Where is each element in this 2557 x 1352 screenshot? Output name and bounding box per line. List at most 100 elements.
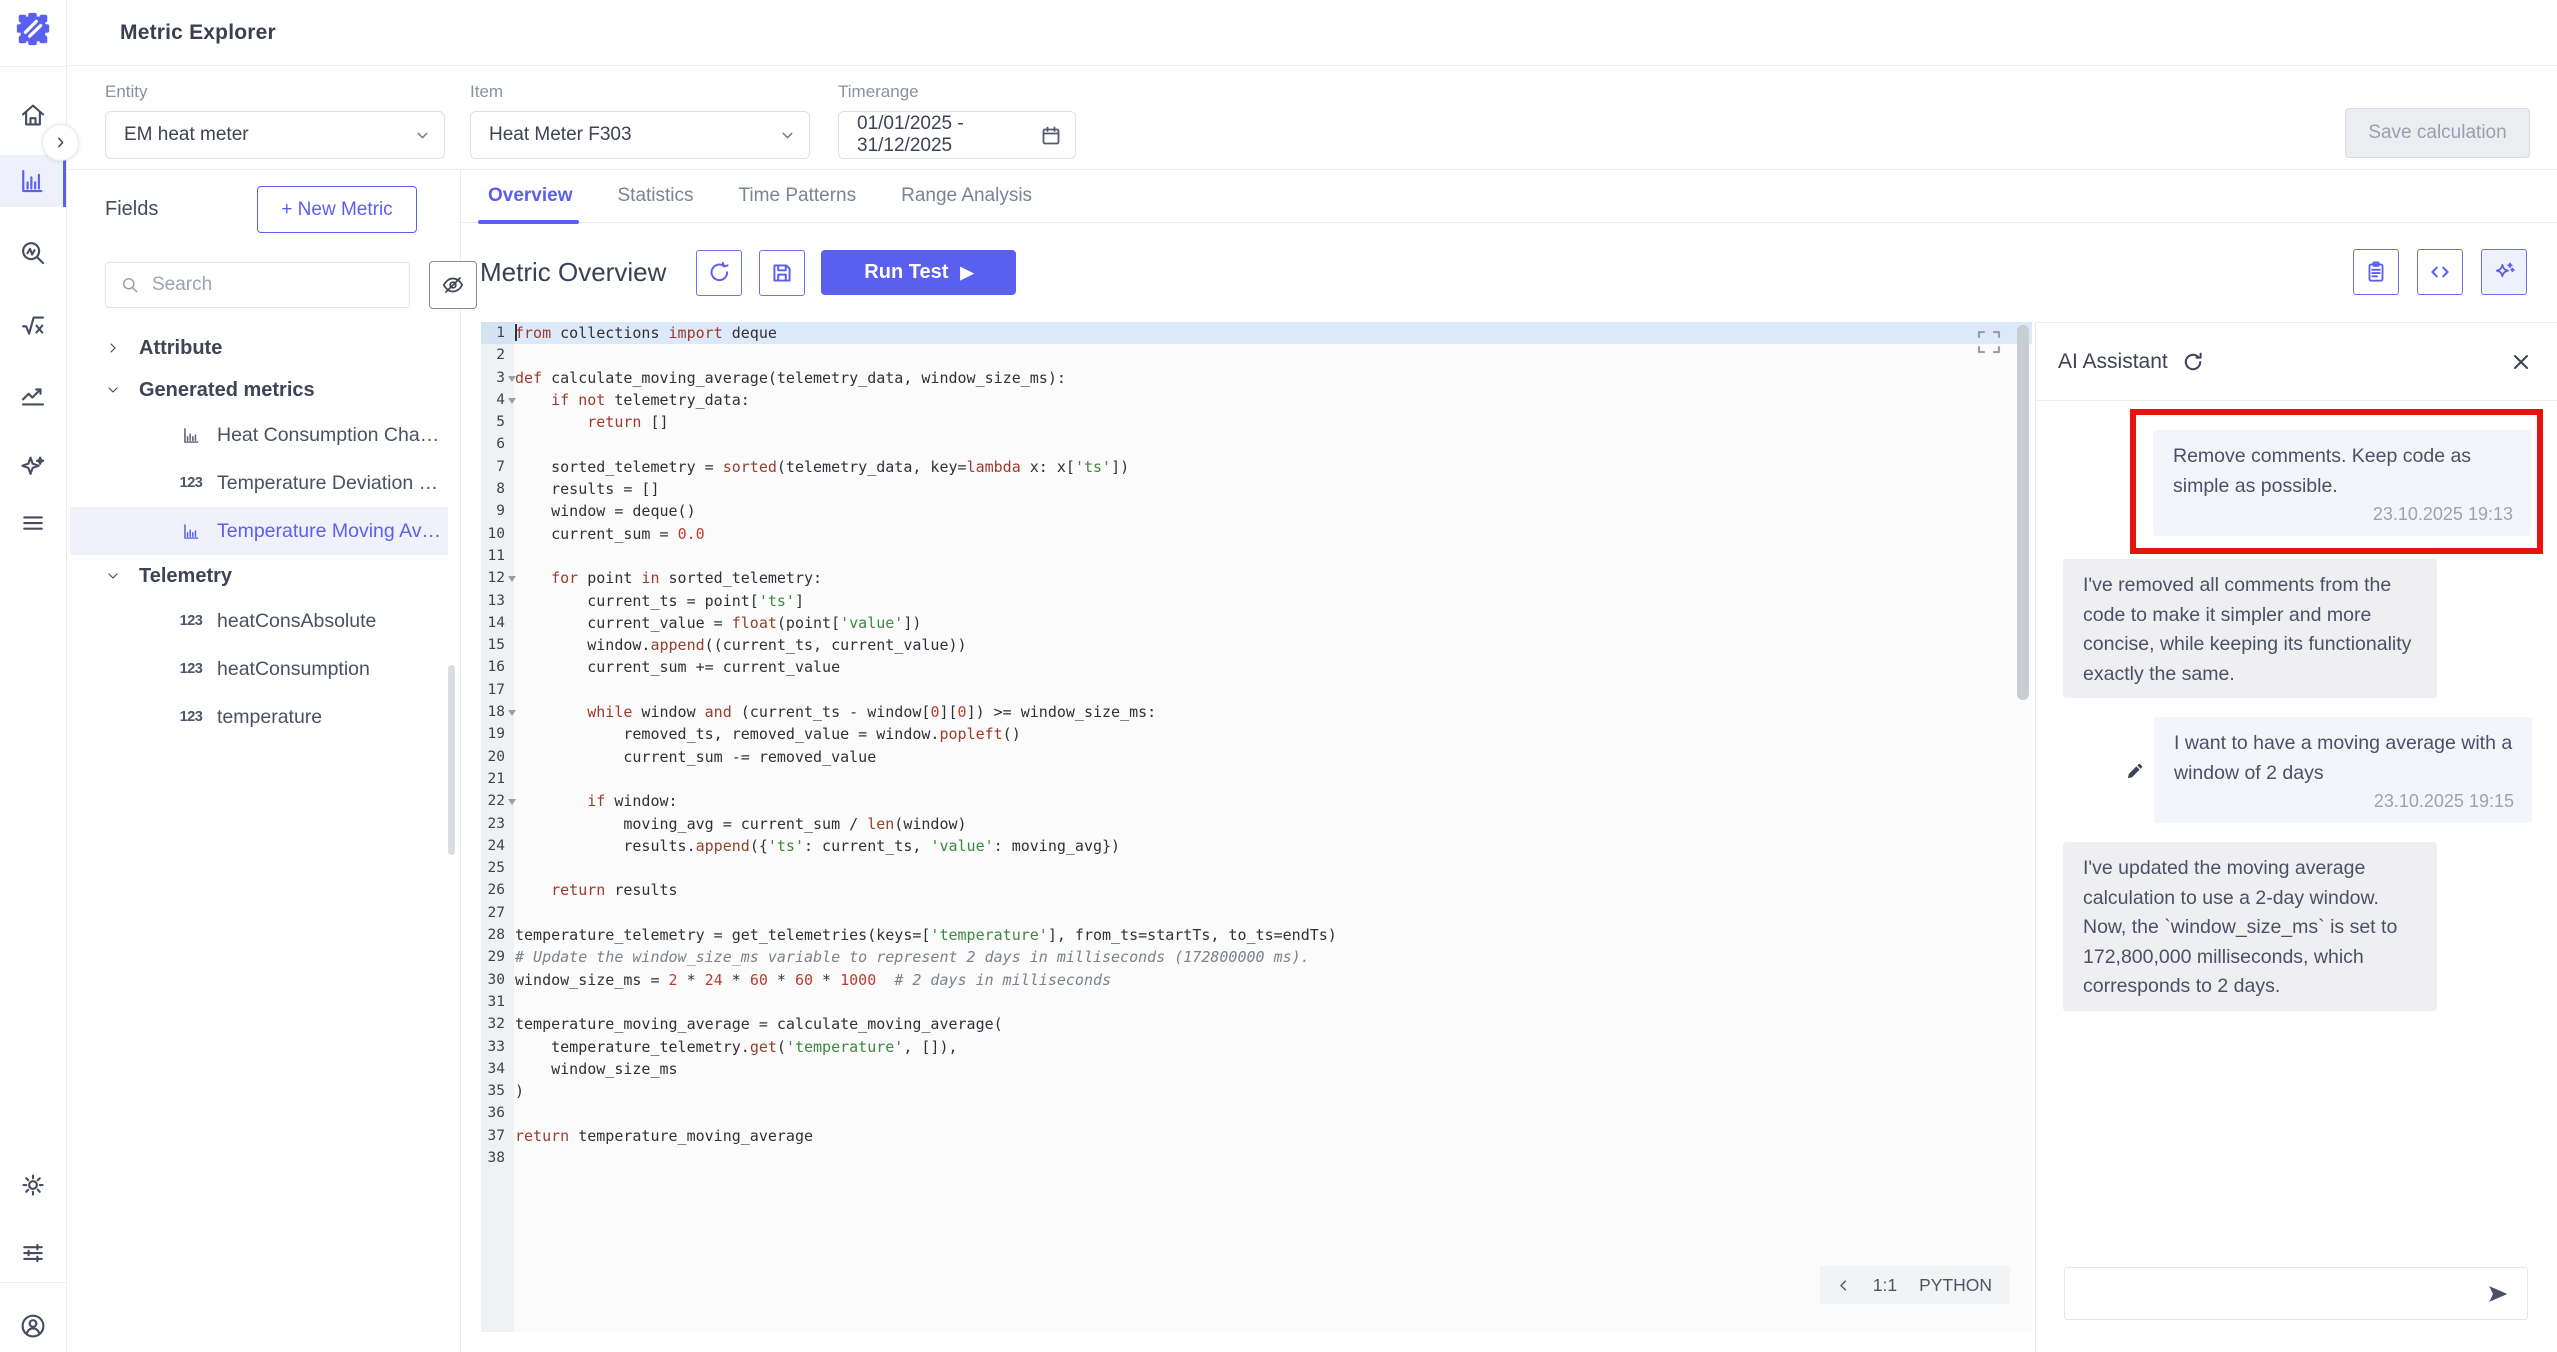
line-number: 24	[481, 835, 514, 857]
tab-statistics[interactable]: Statistics	[618, 170, 694, 223]
entity-label: Entity	[105, 82, 445, 102]
line-number: 10	[481, 523, 514, 545]
tree-item-heat-consumption-change-[interactable]: Heat Consumption Change...	[70, 411, 448, 459]
tree-item-heatconsabsolute[interactable]: 123heatConsAbsolute	[70, 597, 448, 645]
code-line[interactable]: 16 current_sum += current_value	[481, 656, 2032, 678]
code-line[interactable]: 30window_size_ms = 2 * 24 * 60 * 60 * 10…	[481, 969, 2032, 991]
chat-message-assistant: I've updated the moving average calculat…	[2036, 842, 2557, 1011]
code-line[interactable]: 24 results.append({'ts': current_ts, 'va…	[481, 835, 2032, 857]
sidebar-item-menu[interactable]	[0, 497, 66, 549]
timerange-input[interactable]: 01/01/2025 - 31/12/2025	[838, 111, 1076, 159]
ai-assistant-panel: AI Assistant Remove comments. Keep code …	[2035, 322, 2557, 1352]
chat-refresh-icon[interactable]	[2181, 350, 2205, 374]
code-line[interactable]: 1from collections import deque	[481, 322, 2032, 344]
code-line[interactable]: 4 if not telemetry_data:	[481, 389, 2032, 411]
item-select[interactable]: Heat Meter F303	[470, 111, 810, 159]
code-line[interactable]: 6	[481, 433, 2032, 455]
code-line[interactable]: 13 current_ts = point['ts']	[481, 590, 2032, 612]
fold-toggle-icon[interactable]	[508, 398, 516, 404]
code-line[interactable]: 12 for point in sorted_telemetry:	[481, 567, 2032, 589]
tree-item-temperature-deviation-fr-[interactable]: 123Temperature Deviation Fr...	[70, 459, 448, 507]
message-bubble: I've updated the moving average calculat…	[2063, 842, 2437, 1011]
fold-toggle-icon[interactable]	[508, 799, 516, 805]
tab-range-analysis[interactable]: Range Analysis	[901, 170, 1032, 223]
code-line[interactable]: 27	[481, 902, 2032, 924]
ai-assistant-toggle-button[interactable]	[2481, 249, 2527, 295]
new-metric-button[interactable]: + New Metric	[257, 186, 417, 233]
fold-toggle-icon[interactable]	[508, 576, 516, 582]
entity-select[interactable]: EM heat meter	[105, 111, 445, 159]
code-line[interactable]: 35)	[481, 1080, 2032, 1102]
line-number: 17	[481, 679, 514, 701]
copy-clipboard-button[interactable]	[2353, 249, 2399, 295]
tree-section-telemetry[interactable]: Telemetry	[67, 555, 460, 597]
code-line[interactable]: 15 window.append((current_ts, current_va…	[481, 634, 2032, 656]
code-line[interactable]: 31	[481, 991, 2032, 1013]
code-line[interactable]: 25	[481, 857, 2032, 879]
sidebar-item-sparkles[interactable]	[0, 441, 66, 493]
sidebar-item-bar-chart[interactable]	[0, 155, 66, 207]
sidebar-item-sqrt[interactable]	[0, 299, 66, 351]
code-line[interactable]: 11	[481, 545, 2032, 567]
code-editor[interactable]: 1from collections import deque23def calc…	[481, 322, 2032, 1332]
code-line[interactable]: 19 removed_ts, removed_value = window.po…	[481, 723, 2032, 745]
code-line[interactable]: 14 current_value = float(point['value'])	[481, 612, 2032, 634]
sidebar-item-search-explore[interactable]	[0, 227, 66, 279]
overview-header: Metric Overview R	[461, 223, 2557, 322]
fold-toggle-icon[interactable]	[508, 710, 516, 716]
code-line[interactable]: 9 window = deque()	[481, 500, 2032, 522]
editor-scrollbar[interactable]	[2017, 325, 2029, 700]
close-icon[interactable]	[2509, 350, 2533, 374]
tab-time-patterns[interactable]: Time Patterns	[739, 170, 857, 223]
fields-scrollbar[interactable]	[448, 665, 455, 855]
code-line[interactable]: 33 temperature_telemetry.get('temperatur…	[481, 1036, 2032, 1058]
sidebar-item-gear[interactable]	[0, 1159, 66, 1211]
sidebar-expand-button[interactable]	[42, 124, 79, 161]
collapse-statusbar-icon[interactable]	[1836, 1278, 1851, 1293]
code-line[interactable]: 32temperature_moving_average = calculate…	[481, 1013, 2032, 1035]
code-line[interactable]: 8 results = []	[481, 478, 2032, 500]
code-line[interactable]: 21	[481, 768, 2032, 790]
sidebar-item-trend[interactable]	[0, 369, 66, 421]
tree-item-temperature-moving-aver-[interactable]: Temperature Moving Aver...	[70, 507, 448, 555]
code-line[interactable]: 38	[481, 1147, 2032, 1169]
app-logo-icon[interactable]	[14, 10, 52, 48]
refresh-metric-button[interactable]	[696, 250, 742, 296]
tab-overview[interactable]: Overview	[488, 170, 573, 223]
code-line[interactable]: 18 while window and (current_ts - window…	[481, 701, 2032, 723]
send-message-button[interactable]	[2483, 1279, 2513, 1309]
code-view-button[interactable]	[2417, 249, 2463, 295]
tree-section-attribute[interactable]: Attribute	[67, 327, 460, 369]
search-input[interactable]	[152, 274, 397, 296]
tree-item-heatconsumption[interactable]: 123heatConsumption	[70, 645, 448, 693]
fullscreen-icon[interactable]	[1974, 327, 2004, 357]
chat-message-input[interactable]	[2081, 1283, 2483, 1305]
code-line[interactable]: 10 current_sum = 0.0	[481, 523, 2032, 545]
fold-toggle-icon[interactable]	[508, 376, 516, 382]
code-line[interactable]: 36	[481, 1102, 2032, 1124]
sidebar-item-sliders[interactable]	[0, 1227, 66, 1279]
code-line[interactable]: 20 current_sum -= removed_value	[481, 746, 2032, 768]
code-line[interactable]: 17	[481, 679, 2032, 701]
line-number: 4	[481, 389, 514, 411]
save-code-button[interactable]	[759, 250, 805, 296]
save-calculation-button[interactable]: Save calculation	[2345, 108, 2530, 158]
code-line[interactable]: 37return temperature_moving_average	[481, 1125, 2032, 1147]
code-line[interactable]: 2	[481, 344, 2032, 366]
run-test-button[interactable]: Run Test ▶	[821, 250, 1016, 295]
line-number: 32	[481, 1013, 514, 1035]
sidebar-item-user[interactable]	[0, 1300, 66, 1352]
tree-item-temperature[interactable]: 123temperature	[70, 693, 448, 741]
edit-message-icon[interactable]	[2124, 760, 2147, 783]
code-line[interactable]: 26 return results	[481, 879, 2032, 901]
code-line[interactable]: 7 sorted_telemetry = sorted(telemetry_da…	[481, 456, 2032, 478]
code-line[interactable]: 34 window_size_ms	[481, 1058, 2032, 1080]
code-line[interactable]: 3def calculate_moving_average(telemetry_…	[481, 367, 2032, 389]
tree-section-generated-metrics[interactable]: Generated metrics	[67, 369, 460, 411]
calendar-icon[interactable]	[1039, 124, 1063, 148]
code-line[interactable]: 29# Update the window_size_ms variable t…	[481, 946, 2032, 968]
code-line[interactable]: 22 if window:	[481, 790, 2032, 812]
code-line[interactable]: 23 moving_avg = current_sum / len(window…	[481, 813, 2032, 835]
code-line[interactable]: 5 return []	[481, 411, 2032, 433]
code-line[interactable]: 28temperature_telemetry = get_telemetrie…	[481, 924, 2032, 946]
